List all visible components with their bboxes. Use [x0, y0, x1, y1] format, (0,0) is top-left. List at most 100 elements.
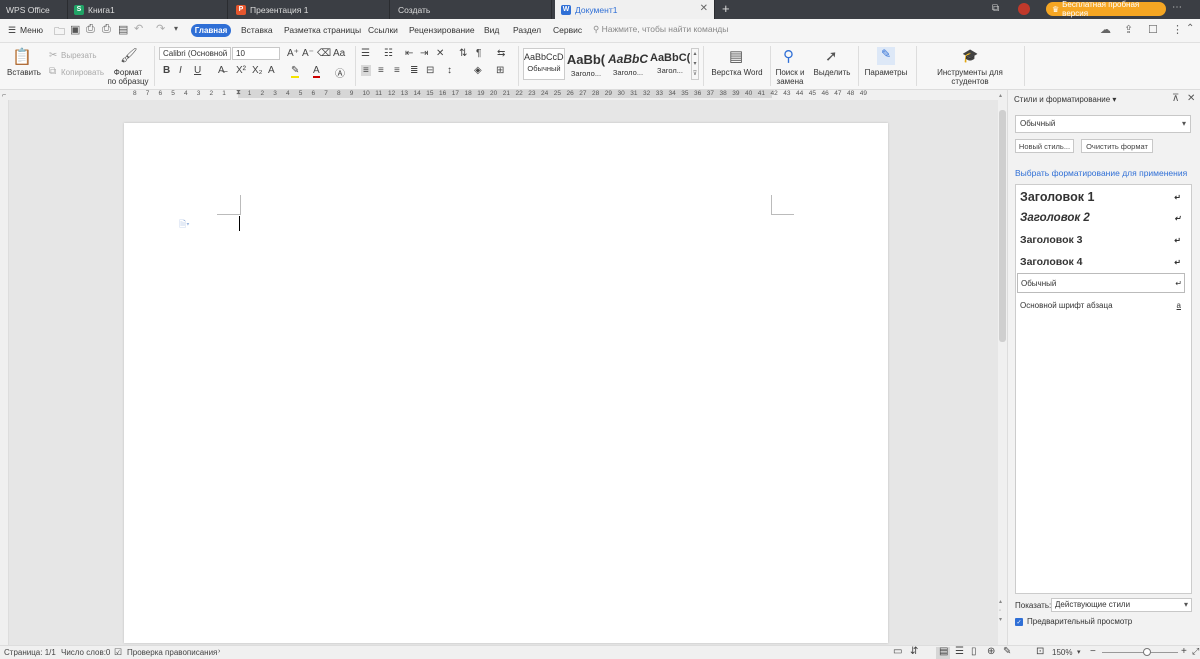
style-heading1[interactable]: AaBb(Заголо... — [565, 48, 607, 80]
tab-view[interactable]: Вид — [484, 25, 499, 35]
bold-icon[interactable]: B — [163, 65, 170, 76]
superscript-icon[interactable]: X² — [236, 65, 246, 76]
more-icon[interactable]: ⋯ — [1172, 2, 1182, 13]
preview-checkbox[interactable]: ✓ — [1015, 618, 1023, 626]
clear-format-icon[interactable]: ⌫ — [317, 48, 331, 59]
print-preview-icon[interactable]: ⎙ — [86, 23, 95, 36]
translate-icon[interactable]: ⇵ — [910, 646, 918, 657]
undo-icon[interactable]: ↶ — [134, 22, 143, 35]
show-select[interactable]: Действующие стили ▾ — [1051, 598, 1192, 612]
panel-title[interactable]: Стили и форматирование ▾ — [1014, 95, 1116, 104]
tab-stops-icon[interactable]: ⇆ — [497, 48, 505, 59]
tab-home[interactable]: Главная — [191, 24, 231, 37]
new-style-button[interactable]: Новый стиль... — [1015, 139, 1074, 153]
web-view-icon[interactable]: ⊕ — [987, 646, 995, 657]
font-name-select[interactable]: Calibri (Основной — [159, 47, 231, 60]
list-item-heading4[interactable]: Заголовок 4 ↵ — [1020, 252, 1183, 272]
list-item-heading3[interactable]: Заголовок 3 ↵ — [1020, 230, 1183, 250]
strikethrough-icon[interactable]: A̶ — [218, 65, 225, 76]
align-left-icon[interactable]: ≡ — [361, 65, 371, 76]
new-tab-icon[interactable]: + — [722, 1, 730, 16]
highlight-icon[interactable]: ✎ — [291, 65, 300, 78]
pin-icon[interactable]: ⊼ — [1172, 93, 1179, 104]
bullets-icon[interactable]: ☰ — [361, 48, 370, 59]
page-view-icon[interactable]: ▤ — [939, 646, 948, 657]
format-painter-icon[interactable]: 🖌 — [120, 47, 138, 64]
scroll-up-icon[interactable]: ▴ — [999, 92, 1002, 99]
window-icon[interactable]: ⧉ — [992, 3, 999, 14]
underline-icon[interactable]: U — [194, 65, 201, 76]
chevron-right-icon[interactable]: › — [218, 648, 220, 655]
paragraph-options-icon[interactable]: 🗎▾ — [179, 217, 190, 233]
save-icon[interactable]: ▣ — [70, 23, 80, 36]
comment-icon[interactable]: ☐ — [1148, 23, 1158, 36]
italic-icon[interactable]: I — [179, 65, 182, 76]
trial-button[interactable]: ♛ Бесплатная пробная версия — [1046, 0, 1166, 18]
indent-marker[interactable]: ⧗ — [236, 89, 241, 97]
line-spacing-icon[interactable]: ↕ — [447, 65, 452, 76]
outline-view-icon[interactable]: ☰ — [955, 646, 964, 657]
line-arrange-icon[interactable]: ✕ — [436, 48, 444, 59]
cut-button[interactable]: Вырезать — [61, 51, 97, 60]
params-button[interactable]: Параметры — [862, 68, 910, 77]
tab-review[interactable]: Рецензирование — [409, 25, 475, 35]
open-icon[interactable]: 🗀 — [54, 23, 65, 42]
print-icon[interactable]: ⎙ — [102, 23, 111, 36]
list-item-heading1[interactable]: Заголовок 1 ↵ — [1020, 187, 1183, 207]
list-item-heading2[interactable]: Заголовок 2 ↵ — [1020, 208, 1183, 228]
grow-font-icon[interactable]: A⁺ — [287, 48, 299, 59]
shading-icon[interactable]: ◈ — [474, 65, 482, 76]
styles-scroll[interactable]: ▴ ▾ ⊽ — [691, 48, 699, 80]
zoom-out-icon[interactable]: − — [1090, 646, 1096, 657]
paste-button[interactable]: Вставить — [4, 68, 44, 77]
align-center-icon[interactable]: ≡ — [378, 65, 384, 76]
spellcheck-button[interactable]: Проверка правописания — [127, 648, 217, 657]
text-effect-icon[interactable]: A — [268, 65, 275, 76]
style-normal[interactable]: AaBbCcDd Обычный — [523, 48, 565, 80]
tab-references[interactable]: Ссылки — [368, 25, 398, 35]
zoom-in-icon[interactable]: + — [1181, 646, 1187, 657]
redo-icon[interactable]: ↷ — [156, 22, 165, 35]
word-count[interactable]: Число слов:0 — [61, 648, 110, 657]
zoom-slider[interactable] — [1102, 652, 1178, 653]
pen-icon[interactable]: ✎ — [1003, 646, 1011, 657]
subscript-icon[interactable]: X₂ — [252, 65, 263, 76]
menu-button[interactable]: Меню — [20, 25, 43, 35]
zoom-slider-thumb[interactable] — [1143, 648, 1151, 656]
tab-wps-office[interactable]: WPS Office — [0, 0, 68, 19]
tab-document1[interactable]: W Документ1 ✕ — [555, 0, 715, 19]
tab-section[interactable]: Раздел — [513, 25, 541, 35]
style-heading2[interactable]: AaBbC Заголо... — [607, 48, 649, 80]
find-replace-button[interactable]: Поиск и замена — [772, 68, 808, 86]
more-icon[interactable]: ⋮ — [1172, 23, 1183, 36]
format-painter-button[interactable]: Формат по образцу — [106, 68, 150, 86]
export-icon[interactable]: ▤ — [118, 23, 128, 36]
font-color-icon[interactable]: A — [313, 65, 320, 78]
numbering-icon[interactable]: ☷ — [384, 48, 393, 59]
tab-insert[interactable]: Вставка — [241, 25, 273, 35]
expand-icon[interactable]: ⤢ — [1192, 646, 1199, 657]
scrollbar-thumb[interactable] — [999, 110, 1006, 342]
distribute-icon[interactable]: ⊟ — [426, 65, 434, 76]
fit-page-icon[interactable]: ⊡ — [1036, 646, 1044, 657]
reading-view-icon[interactable]: ▯ — [971, 646, 977, 657]
tab-create[interactable]: Создать — [392, 0, 552, 19]
select-button[interactable]: Выделить — [812, 68, 852, 77]
collapse-ribbon-icon[interactable]: ⌃ — [1186, 23, 1194, 34]
increase-indent-icon[interactable]: ⇥ — [420, 48, 428, 59]
zoom-value[interactable]: 150% — [1052, 648, 1072, 657]
tab-service[interactable]: Сервис — [553, 25, 582, 35]
decrease-indent-icon[interactable]: ⇤ — [405, 48, 413, 59]
hamburger-icon[interactable]: ☰ — [8, 25, 16, 36]
tab-book1[interactable]: S Книга1 — [68, 0, 228, 19]
tab-stop-icon[interactable]: ⌐ — [2, 92, 6, 99]
char-border-icon[interactable]: Ⓐ — [335, 65, 345, 80]
font-size-select[interactable]: 10 — [232, 47, 280, 60]
command-search[interactable]: ⚲ Нажмите, чтобы найти команды — [593, 24, 743, 37]
customize-icon[interactable]: ▾ — [174, 24, 178, 33]
list-item-default-font[interactable]: Основной шрифт абзаца a — [1020, 295, 1183, 315]
close-icon[interactable]: ✕ — [1187, 93, 1195, 104]
borders-icon[interactable]: ⊞ — [496, 65, 504, 76]
student-tools-button[interactable]: Инструменты для студентов — [920, 68, 1020, 86]
paste-icon[interactable]: 📋 — [12, 47, 32, 67]
